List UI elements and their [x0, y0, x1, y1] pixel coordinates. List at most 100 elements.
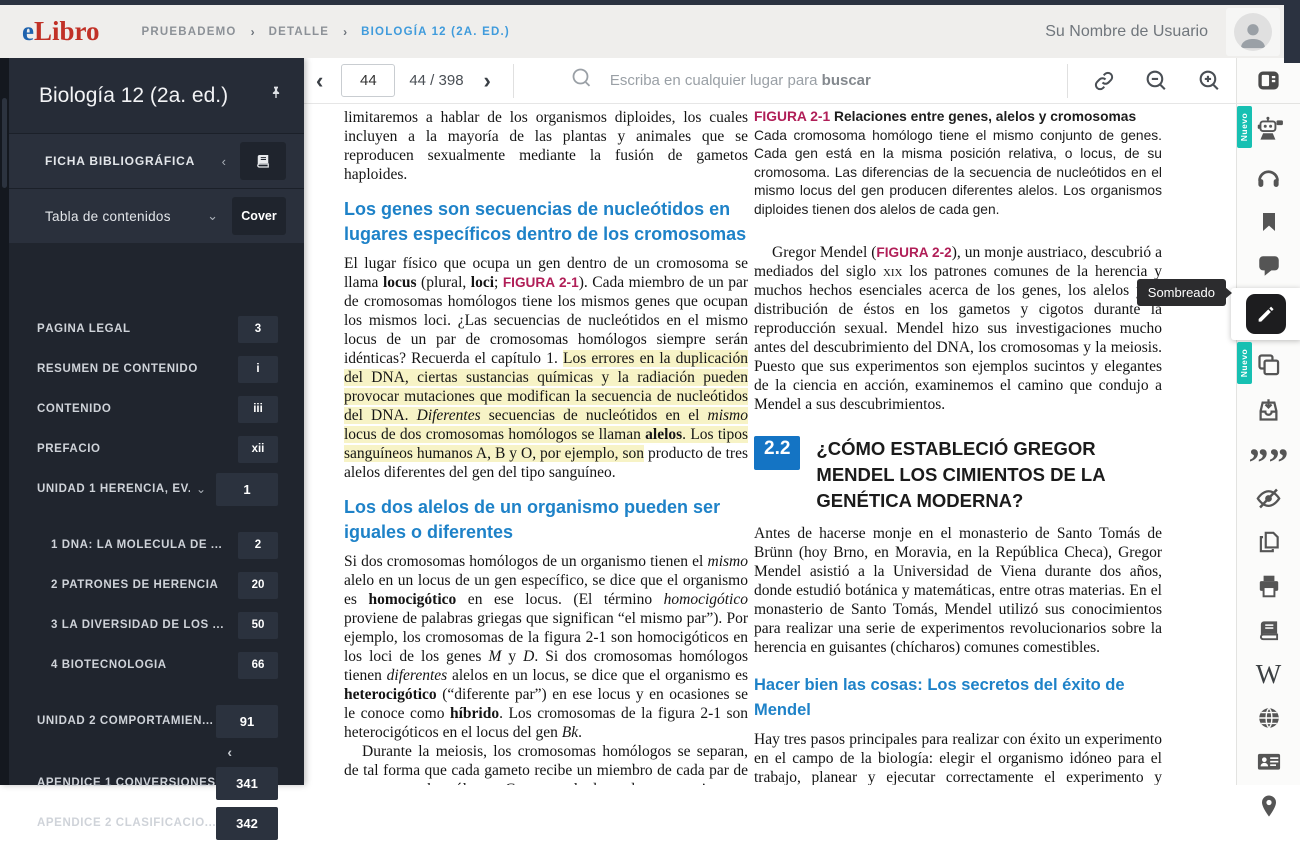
toc-item-apendice-1[interactable]: APÉNDICE 1 CONVERSIONES... 341	[9, 763, 304, 803]
divider	[512, 63, 514, 98]
page-badge[interactable]: 66	[238, 651, 278, 679]
page-badge[interactable]: xii	[238, 435, 278, 463]
zoom-out-icon[interactable]	[1130, 68, 1183, 93]
page-badge[interactable]: 342	[216, 806, 278, 840]
breadcrumb-separator-icon: ›	[343, 24, 348, 39]
logo-part-e: e	[22, 16, 34, 46]
page-column-left: limitaremos a hablar de los organismos d…	[344, 108, 748, 785]
paragraph: limitaremos a hablar de los organismos d…	[344, 109, 748, 183]
location-button[interactable]	[1237, 784, 1300, 828]
copy-tool-button[interactable]: Nuevo	[1237, 340, 1300, 388]
sidebar: Biología 12 (2a. ed.) FICHA BIBLIOGRÁFIC…	[0, 58, 304, 840]
chevron-down-icon[interactable]: ⌄	[196, 482, 206, 496]
nuevo-badge: Nuevo	[1237, 106, 1252, 148]
page-badge[interactable]: 2	[238, 531, 278, 559]
pin-icon[interactable]	[268, 85, 284, 106]
page-number-input[interactable]	[341, 64, 396, 97]
subsection-heading: Los dos alelos de un organismo pueden se…	[344, 497, 721, 542]
comment-button[interactable]	[1237, 244, 1300, 288]
ficha-label: FICHA BIBLIOGRÁFICA	[45, 154, 196, 168]
next-page-button[interactable]: ›	[472, 69, 503, 92]
paragraph: Antes de hacerse monje en el monasterio …	[754, 525, 1162, 656]
toc-item-diversidad[interactable]: 3 LA DIVERSIDAD DE LOS ... 50	[9, 605, 304, 645]
chevron-left-icon[interactable]: ‹	[227, 744, 232, 760]
toc-item-pagina-legal[interactable]: PÁGINA LEGAL 3	[9, 309, 304, 349]
user-menu[interactable]	[1226, 7, 1280, 56]
elibro-logo[interactable]: eLibro	[22, 16, 100, 47]
paragraph: Gregor Mendel (FIGURA 2-2), un monje aus…	[754, 244, 1162, 413]
text-to-speech-button[interactable]	[1237, 156, 1300, 200]
page-badge[interactable]: iii	[238, 395, 278, 423]
divider	[1067, 63, 1068, 98]
toc-item-contenido[interactable]: CONTENIDO iii	[9, 389, 304, 429]
window-edge	[1284, 5, 1300, 63]
breadcrumb: PRUEBADEMO › DETALLE › BIOLOGÍA 12 (2A. …	[142, 25, 510, 39]
highlight-tool-button[interactable]	[1231, 288, 1300, 340]
chevron-down-icon[interactable]: ⌄	[207, 208, 218, 224]
sidebar-scrollbar[interactable]	[0, 58, 9, 785]
page-count-label: 44 / 398	[409, 72, 464, 89]
copy-pages-button[interactable]	[1237, 520, 1300, 564]
cover-button[interactable]: Cover	[232, 197, 286, 235]
search-icon	[570, 66, 594, 95]
hide-annotations-button[interactable]	[1237, 476, 1300, 520]
profile-card-button[interactable]	[1237, 740, 1300, 784]
toc-item-resumen[interactable]: RESUMEN DE CONTENIDO i	[9, 349, 304, 389]
toc-item-unidad-1[interactable]: UNIDAD 1 HERENCIA, EV... ⌄ 1	[9, 469, 304, 509]
toc-item-patrones[interactable]: 2 PATRONES DE HERENCIA 20	[9, 565, 304, 605]
page-badge[interactable]: 91	[216, 704, 278, 738]
panel-toggle-button[interactable]	[1237, 58, 1300, 104]
toc-item-prefacio[interactable]: PREFACIO xii	[9, 429, 304, 469]
table-of-contents: PÁGINA LEGAL 3 RESUMEN DE CONTENIDO i CO…	[9, 301, 304, 840]
wikipedia-icon: W	[1255, 658, 1282, 689]
section-number: 2.2	[754, 436, 801, 470]
zoom-in-icon[interactable]	[1183, 68, 1236, 93]
section-title: ¿CÓMO ESTABLECIÓ GREGOR MENDEL LOS CIMIE…	[816, 438, 1105, 511]
bookmark-button[interactable]	[1237, 200, 1300, 244]
toc-section-label: Tabla de contenidos	[45, 208, 171, 224]
page-badge[interactable]: i	[238, 355, 278, 383]
reader-toolbar: ‹ 44 / 398 › Escriba en cualquier lugar …	[304, 58, 1236, 104]
page-badge[interactable]: 50	[238, 611, 278, 639]
tooltip-sombreado: Sombreado	[1136, 279, 1233, 306]
download-button[interactable]	[1237, 388, 1300, 432]
toc-item-unidad-2[interactable]: UNIDAD 2 COMPORTAMIEN... 91	[9, 701, 304, 741]
page-badge[interactable]: 20	[238, 571, 278, 599]
book-info-button[interactable]	[1237, 608, 1300, 652]
breadcrumb-current-book[interactable]: BIOLOGÍA 12 (2A. ED.)	[361, 26, 510, 38]
citation-button[interactable]: ””	[1237, 432, 1300, 483]
toc-collapse-control[interactable]: ‹	[9, 741, 304, 763]
user-name[interactable]: Su Nombre de Usuario	[1045, 23, 1208, 41]
print-button[interactable]	[1237, 564, 1300, 608]
tabla-de-contenidos-row[interactable]: Tabla de contenidos ⌄ Cover	[9, 188, 304, 243]
paragraph: Si dos cromosomas homólogos de un organi…	[344, 553, 749, 741]
chevron-left-icon[interactable]: ‹	[222, 154, 226, 169]
toc-item-biotecnologia[interactable]: 4 BIOTECNOLOGÍA 66	[9, 645, 304, 685]
book-icon-button[interactable]	[240, 142, 286, 180]
ficha-bibliografica-row[interactable]: FICHA BIBLIOGRÁFICA ‹	[9, 133, 304, 188]
paragraph: Hay tres pasos principales para realizar…	[754, 731, 1162, 785]
page-badge[interactable]: 1	[216, 472, 278, 506]
book-page[interactable]: limitaremos a hablar de los organismos d…	[304, 104, 1236, 785]
figure-caption: FIGURA 2-1 Relaciones entre genes, alelo…	[754, 109, 1162, 217]
app-header: eLibro PRUEBADEMO › DETALLE › BIOLOGÍA 1…	[0, 0, 1300, 63]
breadcrumb-detalle[interactable]: DETALLE	[269, 26, 330, 38]
breadcrumb-pruebademo[interactable]: PRUEBADEMO	[142, 26, 237, 38]
wikipedia-button[interactable]: W	[1237, 652, 1300, 696]
logo-part-libro: Libro	[33, 16, 100, 46]
ai-assistant-button[interactable]: Nuevo	[1237, 104, 1300, 156]
subsection-heading: Los genes son secuencias de nucleótidos …	[344, 199, 747, 244]
paragraph: Durante la meiosis, los cromosomas homól…	[344, 743, 748, 785]
page-badge[interactable]: 341	[216, 766, 278, 800]
search-placeholder: Escriba en cualquier lugar para buscar	[609, 72, 871, 89]
book-title-row: Biología 12 (2a. ed.)	[9, 58, 304, 133]
previous-page-button[interactable]: ‹	[304, 69, 335, 92]
page-badge[interactable]: 3	[238, 315, 278, 343]
link-icon[interactable]	[1078, 69, 1130, 93]
nuevo-badge: Nuevo	[1237, 342, 1252, 384]
search-input[interactable]: Escriba en cualquier lugar para buscar	[524, 66, 1057, 95]
web-search-button[interactable]	[1237, 696, 1300, 740]
toc-item-dna[interactable]: 1 DNA: LA MOLÉCULA DE ... 2	[9, 525, 304, 565]
toc-item-apendice-2[interactable]: APÉNDICE 2 CLASIFICACIÓ... 342	[9, 803, 304, 843]
breadcrumb-separator-icon: ›	[250, 24, 255, 39]
